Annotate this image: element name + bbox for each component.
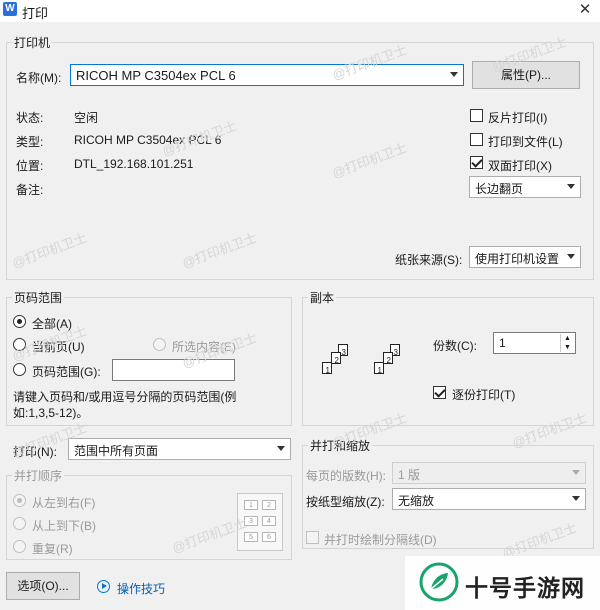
range-all-label[interactable]: 全部(A) <box>32 315 72 332</box>
print-to-file-label[interactable]: 打印到文件(L) <box>488 133 563 150</box>
order-ltr-label[interactable]: 从左到右(F) <box>32 494 95 511</box>
range-current-label[interactable]: 当前页(U) <box>32 338 85 355</box>
collate-page-2: 2 <box>383 352 393 365</box>
range-selection-label[interactable]: 所选内容(E) <box>172 338 236 355</box>
status-value: 空闲 <box>74 111 99 125</box>
flip-select[interactable]: 长边翻页 <box>469 176 581 198</box>
leaf-logo-icon <box>419 562 459 602</box>
mini-page: 4 <box>262 516 276 526</box>
collate-page-1: 1 <box>374 362 384 375</box>
chevron-down-icon <box>567 184 575 189</box>
pages-per-sheet-select[interactable]: 1 版 <box>392 462 586 484</box>
scale-value: 无缩放 <box>398 494 435 508</box>
type-label: 类型: <box>16 135 44 149</box>
print-what-label: 打印(N): <box>13 445 57 459</box>
mini-page: 6 <box>262 532 276 542</box>
draw-borders-label[interactable]: 并打时绘制分隔线(D) <box>324 531 437 548</box>
printer-name-value: RICOH MP C3504ex PCL 6 <box>76 68 236 83</box>
window-title: 打印 <box>22 6 49 21</box>
title-bar: W 打印 ✕ <box>0 0 600 22</box>
location-value: DTL_192.168.101.251 <box>74 157 194 171</box>
copies-count-label: 份数(C): <box>433 339 477 353</box>
copies-group-label: 副本 <box>308 289 337 306</box>
play-circle-icon[interactable] <box>97 580 110 593</box>
collate-label[interactable]: 逐份打印(T) <box>452 386 515 403</box>
zoom-group-label: 并打和缩放 <box>308 437 373 454</box>
spin-down-icon[interactable]: ▼ <box>560 343 574 352</box>
printer-group-label: 打印机 <box>12 34 53 51</box>
chevron-down-icon <box>567 254 575 259</box>
scale-label: 按纸型缩放(Z): <box>306 495 385 509</box>
collate-stack-icon-2: 3 2 1 <box>368 336 408 392</box>
reverse-print-label[interactable]: 反片打印(I) <box>488 109 547 126</box>
range-pages-radio[interactable] <box>13 363 26 376</box>
scale-select[interactable]: 无缩放 <box>392 488 586 510</box>
printer-name-select[interactable]: RICOH MP C3504ex PCL 6 <box>70 64 464 86</box>
duplex-label[interactable]: 双面打印(X) <box>488 157 552 174</box>
print-what-value: 范围中所有页面 <box>74 444 159 458</box>
paper-source-select[interactable]: 使用打印机设置 <box>469 246 581 268</box>
range-all-radio[interactable] <box>13 315 26 328</box>
order-repeat-radio[interactable] <box>13 540 26 553</box>
wps-app-icon: W <box>3 2 17 16</box>
status-label: 状态: <box>16 111 44 125</box>
range-pages-label[interactable]: 页码范围(G): <box>32 363 101 380</box>
print-to-file-checkbox[interactable] <box>470 133 483 146</box>
mini-page: 5 <box>244 532 258 542</box>
mini-page: 1 <box>244 500 258 510</box>
mini-page: 2 <box>262 500 276 510</box>
comment-label: 备注: <box>16 183 44 197</box>
print-what-select[interactable]: 范围中所有页面 <box>68 438 291 460</box>
order-preview: 1 2 3 4 5 6 <box>237 493 283 551</box>
spin-up-icon[interactable]: ▲ <box>560 334 574 343</box>
reverse-print-checkbox[interactable] <box>470 109 483 122</box>
location-label: 位置: <box>16 159 44 173</box>
duplex-checkbox[interactable] <box>470 156 483 169</box>
collate-stack-icon-1: 3 2 1 <box>316 336 356 392</box>
tips-link[interactable]: 操作技巧 <box>117 580 165 597</box>
pages-per-sheet-label: 每页的版数(H): <box>306 469 386 483</box>
pages-per-sheet-value: 1 版 <box>398 468 421 482</box>
paper-source-label: 纸张来源(S): <box>395 253 463 267</box>
page-range-group-label: 页码范围 <box>12 289 65 306</box>
chevron-down-icon <box>572 470 580 475</box>
page-range-hint: 请键入页码和/或用逗号分隔的页码范围(例如:1,3,5-12)。 <box>13 390 237 420</box>
chevron-down-icon <box>450 72 458 77</box>
paper-source-value: 使用打印机设置 <box>475 252 560 266</box>
printer-name-label: 名称(M): <box>16 71 62 85</box>
type-value: RICOH MP C3504ex PCL 6 <box>74 133 222 147</box>
page-range-input[interactable] <box>112 359 235 381</box>
collate-page-2: 2 <box>331 352 341 365</box>
options-button[interactable]: 选项(O)... <box>6 572 80 600</box>
range-selection-radio[interactable] <box>153 338 166 351</box>
collate-checkbox[interactable] <box>433 386 446 399</box>
collate-page-1: 1 <box>322 362 332 375</box>
order-repeat-label[interactable]: 重复(R) <box>32 540 73 557</box>
copies-count-value: 1 <box>499 336 506 350</box>
range-current-radio[interactable] <box>13 338 26 351</box>
mini-page: 3 <box>244 516 258 526</box>
flip-value: 长边翻页 <box>475 182 524 196</box>
chevron-down-icon <box>572 496 580 501</box>
copies-count-input[interactable]: 1 ▲ ▼ <box>493 332 576 354</box>
draw-borders-checkbox[interactable] <box>306 531 319 544</box>
brand-text: 十号手游网 <box>465 575 585 601</box>
order-ltr-radio[interactable] <box>13 494 26 507</box>
chevron-down-icon <box>277 446 285 451</box>
brand-watermark: 十号手游网 <box>405 556 600 610</box>
order-ttb-label[interactable]: 从上到下(B) <box>32 517 96 534</box>
order-group-label: 并打顺序 <box>12 467 65 484</box>
properties-button[interactable]: 属性(P)... <box>472 61 580 89</box>
close-icon[interactable]: ✕ <box>577 0 593 18</box>
order-ttb-radio[interactable] <box>13 517 26 530</box>
